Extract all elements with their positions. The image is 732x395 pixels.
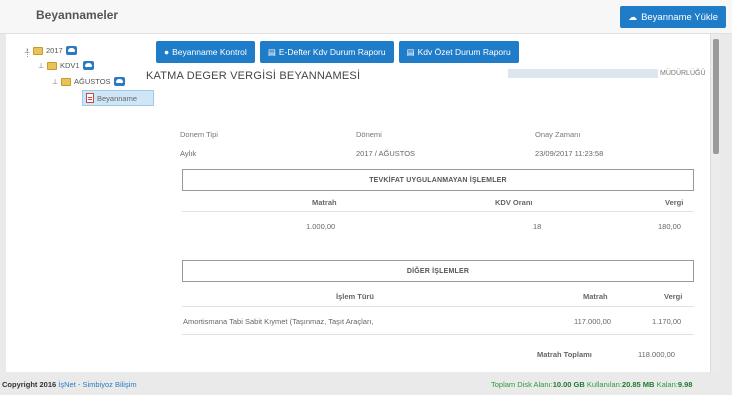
vertical-scrollbar[interactable] xyxy=(710,34,720,372)
collapse-icon[interactable]: ⊥ xyxy=(52,78,58,86)
upload-declaration-button[interactable]: ☁ Beyanname Yükle xyxy=(620,6,726,28)
top-bar: Beyannameler ☁ Beyanname Yükle xyxy=(0,0,732,34)
column-header: KDV Oranı xyxy=(495,198,533,207)
tree-node-declaration[interactable]: Beyanname xyxy=(82,90,154,106)
declaration-title: KATMA DEGER VERGİSİ BEYANNAMESİ xyxy=(146,70,361,82)
approval-time-label: Onay Zamanı xyxy=(535,130,581,139)
total-label: Matrah Toplamı xyxy=(537,350,592,359)
period-type-value: Aylık xyxy=(180,149,197,158)
disk-used-label: Kullanılan: xyxy=(586,380,622,389)
folder-icon xyxy=(47,61,57,70)
tree-node-kdv[interactable]: ⊥ KDV1 xyxy=(38,59,94,72)
tree-node-month[interactable]: ⊥ AĞUSTOS xyxy=(52,75,125,88)
summary-report-label: Kdv Özet Durum Raporu xyxy=(417,47,511,57)
footer: Copyright 2016 İşNet - Simbiyoz Bilişim … xyxy=(0,372,732,395)
column-header: Matrah xyxy=(312,198,337,207)
summary-report-button[interactable]: ▤ Kdv Özet Durum Raporu xyxy=(398,41,519,63)
file-icon: ▤ xyxy=(406,46,415,57)
collapse-icon[interactable]: ⊥ xyxy=(24,47,30,55)
disk-left-label: Kalan: xyxy=(656,380,678,389)
period-type-label: Donem Tipi xyxy=(180,130,218,139)
column-header: Vergi xyxy=(664,292,683,301)
pdf-document-icon xyxy=(86,93,94,103)
action-buttons: ● Beyanname Kontrol ▤ E-Defter Kdv Durum… xyxy=(156,41,519,63)
collapse-icon[interactable]: ⊥ xyxy=(38,62,44,70)
upload-declaration-label: Beyanname Yükle xyxy=(641,11,718,23)
table-cell: 1.170,00 xyxy=(652,317,682,326)
approval-time-value: 23/09/2017 11:23:58 xyxy=(535,149,604,158)
cloud-icon xyxy=(113,77,125,86)
period-label: Dönemi xyxy=(356,130,382,139)
tax-office-name-bar xyxy=(508,69,658,78)
declaration-control-label: Beyanname Kontrol xyxy=(172,47,247,57)
cloud-icon xyxy=(65,46,77,55)
main-content: ⊥ 2017 ⊥ KDV1 ⊥ AĞUSTOS Beyanname ● Beya… xyxy=(6,34,718,372)
copyright-text: Copyright 2016 xyxy=(2,380,57,389)
disk-left-value: 9.98 xyxy=(677,380,693,389)
page: Beyannameler ☁ Beyanname Yükle ⊥ 2017 ⊥ … xyxy=(0,0,732,395)
divider xyxy=(182,334,694,335)
tree-node-declaration-label: Beyanname xyxy=(97,93,138,103)
column-header: Matrah xyxy=(583,292,608,301)
folder-icon xyxy=(61,77,71,86)
company-link[interactable]: İşNet - Simbiyoz Bilişim xyxy=(58,380,136,389)
section-title-box: DİĞER İŞLEMLER xyxy=(182,260,694,282)
declaration-control-button[interactable]: ● Beyanname Kontrol xyxy=(156,41,255,63)
divider xyxy=(182,211,694,212)
table-cell: Amortismana Tabi Sabit Kıymet (Taşınmaz,… xyxy=(183,317,374,326)
table-cell: 180,00 xyxy=(658,222,681,231)
footer-copyright: Copyright 2016 İşNet - Simbiyoz Bilişim xyxy=(2,380,137,389)
disk-total-value: 10.00 GB xyxy=(552,380,585,389)
scroll-thumb[interactable] xyxy=(713,39,719,154)
folder-icon xyxy=(33,46,43,55)
cloud-icon xyxy=(82,61,94,70)
disk-total-label: Toplam Disk Alanı: xyxy=(491,380,553,389)
file-icon: ▤ xyxy=(267,46,276,57)
edefter-report-button[interactable]: ▤ E-Defter Kdv Durum Raporu xyxy=(259,41,394,63)
column-header: İşlem Türü xyxy=(336,292,374,301)
edefter-report-label: E-Defter Kdv Durum Raporu xyxy=(278,47,386,57)
page-title: Beyannameler xyxy=(36,8,119,22)
table-cell: 18 xyxy=(533,222,542,231)
tree-node-month-label: AĞUSTOS xyxy=(74,77,111,86)
column-header: Vergi xyxy=(665,198,684,207)
tree-node-year[interactable]: ⊥ 2017 xyxy=(24,44,77,57)
tree-node-year-label: 2017 xyxy=(46,46,63,55)
period-value: 2017 / AĞUSTOS xyxy=(356,149,416,158)
tree-node-kdv-label: KDV1 xyxy=(60,61,80,70)
check-circle-icon: ● xyxy=(164,47,170,57)
total-value: 118.000,00 xyxy=(638,350,675,359)
cloud-upload-icon: ☁ xyxy=(628,11,638,22)
table-cell: 1.000,00 xyxy=(306,222,336,231)
section-title-box: TEVKİFAT UYGULANMAYAN İŞLEMLER xyxy=(182,169,694,191)
disk-usage: Toplam Disk Alanı:10.00 GB Kullanılan:20… xyxy=(491,380,692,389)
disk-used-value: 20.85 MB xyxy=(621,380,655,389)
tax-office-label: MÜDÜRLÜĞÜ xyxy=(660,70,706,77)
divider xyxy=(182,306,694,307)
table-cell: 117.000,00 xyxy=(574,317,611,326)
